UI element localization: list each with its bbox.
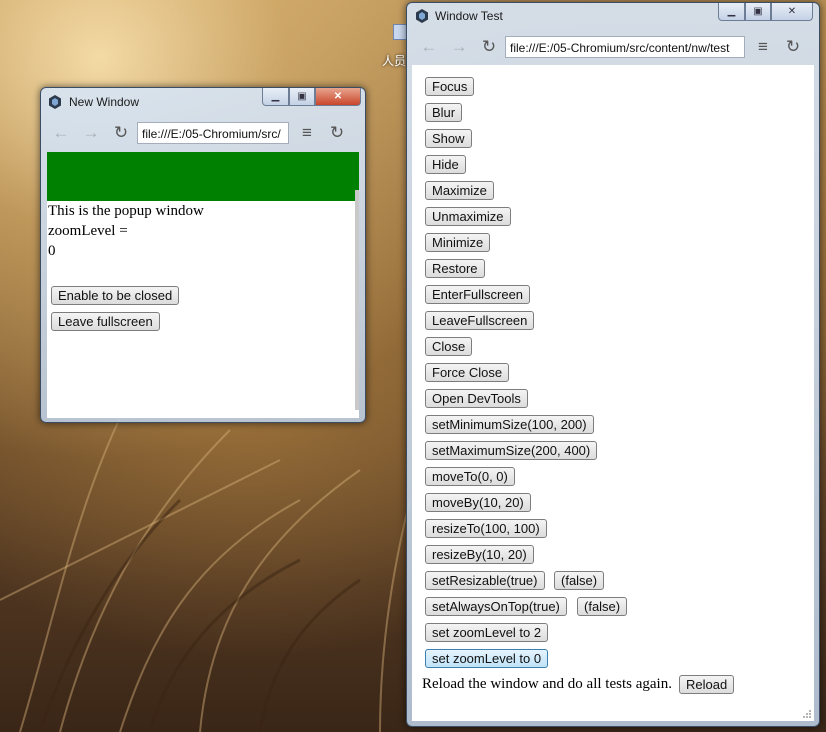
- main-content: Focus Blur Show Hide Maximize Unmaximize…: [412, 65, 814, 721]
- menu-icon[interactable]: ≡: [295, 121, 319, 145]
- popup-close-button[interactable]: ✕: [315, 88, 361, 106]
- popup-window: New Window ▁ ▣ ✕ ← → ↻ file:///E:/05-Chr…: [40, 87, 366, 423]
- focus-button[interactable]: Focus: [425, 77, 475, 96]
- forward-icon[interactable]: →: [79, 121, 103, 145]
- popup-line-2: zoomLevel =: [48, 223, 128, 239]
- set-min-size-button[interactable]: setMinimumSize(100, 200): [425, 415, 594, 434]
- green-banner: [47, 152, 359, 201]
- main-window: Window Test ▁ ▣ ✕ ← → ↻ file:///E:/05-Ch…: [406, 2, 820, 727]
- minimize-button[interactable]: Minimize: [425, 233, 491, 252]
- enable-close-button[interactable]: Enable to be closed: [51, 286, 180, 305]
- move-by-button[interactable]: moveBy(10, 20): [425, 493, 531, 512]
- popup-toolbar: ← → ↻ file:///E:/05-Chromium/src/ ≡ ↻: [49, 117, 355, 149]
- popup-content: This is the popup window zoomLevel = 0 E…: [47, 152, 359, 418]
- popup-line-3: 0: [48, 243, 56, 259]
- close-button[interactable]: Close: [425, 337, 473, 356]
- force-close-button[interactable]: Force Close: [425, 363, 510, 382]
- maximize-button[interactable]: Maximize: [425, 181, 494, 200]
- reload-instructions: Reload the window and do all tests again…: [422, 676, 672, 692]
- main-title: Window Test: [435, 9, 503, 23]
- popup-scrollbar[interactable]: [355, 190, 359, 410]
- popup-minimize-button[interactable]: ▁: [262, 88, 289, 106]
- main-minimize-button[interactable]: ▁: [718, 3, 745, 21]
- main-maximize-button[interactable]: ▣: [745, 3, 771, 21]
- reload-button[interactable]: Reload: [679, 675, 735, 694]
- resize-grip-icon[interactable]: [801, 708, 811, 718]
- popup-titlebar[interactable]: New Window ▁ ▣ ✕: [41, 88, 365, 114]
- restore-button[interactable]: Restore: [425, 259, 485, 278]
- main-titlebar[interactable]: Window Test ▁ ▣ ✕: [407, 3, 819, 29]
- refresh-icon[interactable]: ↻: [781, 35, 805, 59]
- set-zoom-2-button[interactable]: set zoomLevel to 2: [425, 623, 549, 642]
- move-to-button[interactable]: moveTo(0, 0): [425, 467, 515, 486]
- main-close-button[interactable]: ✕: [771, 3, 813, 21]
- reload-icon[interactable]: ↻: [109, 121, 133, 145]
- popup-title: New Window: [69, 95, 140, 109]
- set-resizable-true-button[interactable]: setResizable(true): [425, 571, 545, 590]
- desktop-shortcut-label[interactable]: 人员: [382, 52, 406, 69]
- set-resizable-false-button[interactable]: (false): [554, 571, 605, 590]
- nwjs-app-icon: [49, 95, 61, 109]
- leave-fullscreen-button[interactable]: LeaveFullscreen: [425, 311, 535, 330]
- popup-url-input[interactable]: file:///E:/05-Chromium/src/: [137, 122, 289, 144]
- main-url-input[interactable]: file:///E:/05-Chromium/src/content/nw/te…: [505, 36, 745, 58]
- blur-button[interactable]: Blur: [425, 103, 463, 122]
- set-max-size-button[interactable]: setMaximumSize(200, 400): [425, 441, 598, 460]
- menu-icon[interactable]: ≡: [751, 35, 775, 59]
- back-icon[interactable]: ←: [49, 121, 73, 145]
- leave-fullscreen-button[interactable]: Leave fullscreen: [51, 312, 160, 331]
- set-zoom-0-button[interactable]: set zoomLevel to 0: [425, 649, 549, 668]
- set-always-on-top-true-button[interactable]: setAlwaysOnTop(true): [425, 597, 567, 616]
- main-toolbar: ← → ↻ file:///E:/05-Chromium/src/content…: [417, 31, 813, 63]
- resize-to-button[interactable]: resizeTo(100, 100): [425, 519, 547, 538]
- show-button[interactable]: Show: [425, 129, 472, 148]
- popup-maximize-button[interactable]: ▣: [289, 88, 315, 106]
- forward-icon[interactable]: →: [447, 35, 471, 59]
- nwjs-app-icon: [416, 9, 428, 23]
- open-devtools-button[interactable]: Open DevTools: [425, 389, 528, 408]
- resize-by-button[interactable]: resizeBy(10, 20): [425, 545, 534, 564]
- hide-button[interactable]: Hide: [425, 155, 466, 174]
- popup-line-1: This is the popup window: [48, 203, 204, 219]
- unmaximize-button[interactable]: Unmaximize: [425, 207, 511, 226]
- reload-icon[interactable]: ↻: [477, 35, 501, 59]
- refresh-icon[interactable]: ↻: [325, 121, 349, 145]
- set-always-on-top-false-button[interactable]: (false): [577, 597, 628, 616]
- enter-fullscreen-button[interactable]: EnterFullscreen: [425, 285, 531, 304]
- back-icon[interactable]: ←: [417, 35, 441, 59]
